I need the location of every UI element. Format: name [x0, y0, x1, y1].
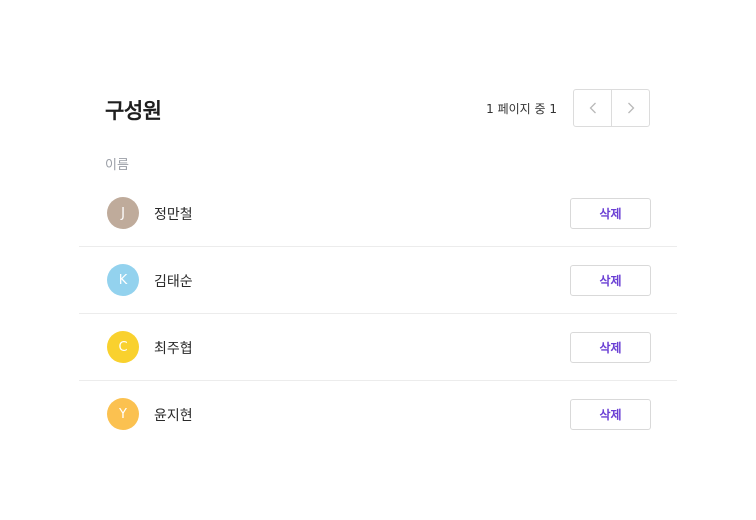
delete-button[interactable]: 삭제: [570, 265, 651, 296]
pagination-controls: [573, 89, 650, 127]
avatar: J: [107, 197, 139, 229]
avatar: K: [107, 264, 139, 296]
member-name: 윤지현: [154, 408, 193, 424]
chevron-right-icon: [627, 102, 635, 114]
list-item: C 최주협 삭제: [79, 314, 677, 381]
prev-page-button[interactable]: [574, 90, 611, 126]
avatar: Y: [107, 398, 139, 430]
column-header-name: 이름: [105, 158, 129, 173]
member-list: J 정만철 삭제 K 김태순 삭제 C 최주협 삭제 Y 윤지현 삭제: [79, 180, 677, 448]
avatar: C: [107, 331, 139, 363]
member-name: 최주협: [154, 341, 193, 357]
list-item: Y 윤지현 삭제: [79, 381, 677, 448]
list-item: J 정만철 삭제: [79, 180, 677, 247]
delete-button[interactable]: 삭제: [570, 332, 651, 363]
delete-button[interactable]: 삭제: [570, 399, 651, 430]
next-page-button[interactable]: [611, 90, 649, 126]
member-name: 김태순: [154, 274, 193, 290]
page-title: 구성원: [105, 99, 162, 123]
member-name: 정만철: [154, 207, 193, 223]
chevron-left-icon: [589, 102, 597, 114]
list-item: K 김태순 삭제: [79, 247, 677, 314]
delete-button[interactable]: 삭제: [570, 198, 651, 229]
members-card: 구성원 1 페이지 중 1 이름 J 정만철 삭제 K 김태순 삭제 C 최주협: [79, 66, 677, 452]
pagination-info: 1 페이지 중 1: [486, 102, 557, 116]
